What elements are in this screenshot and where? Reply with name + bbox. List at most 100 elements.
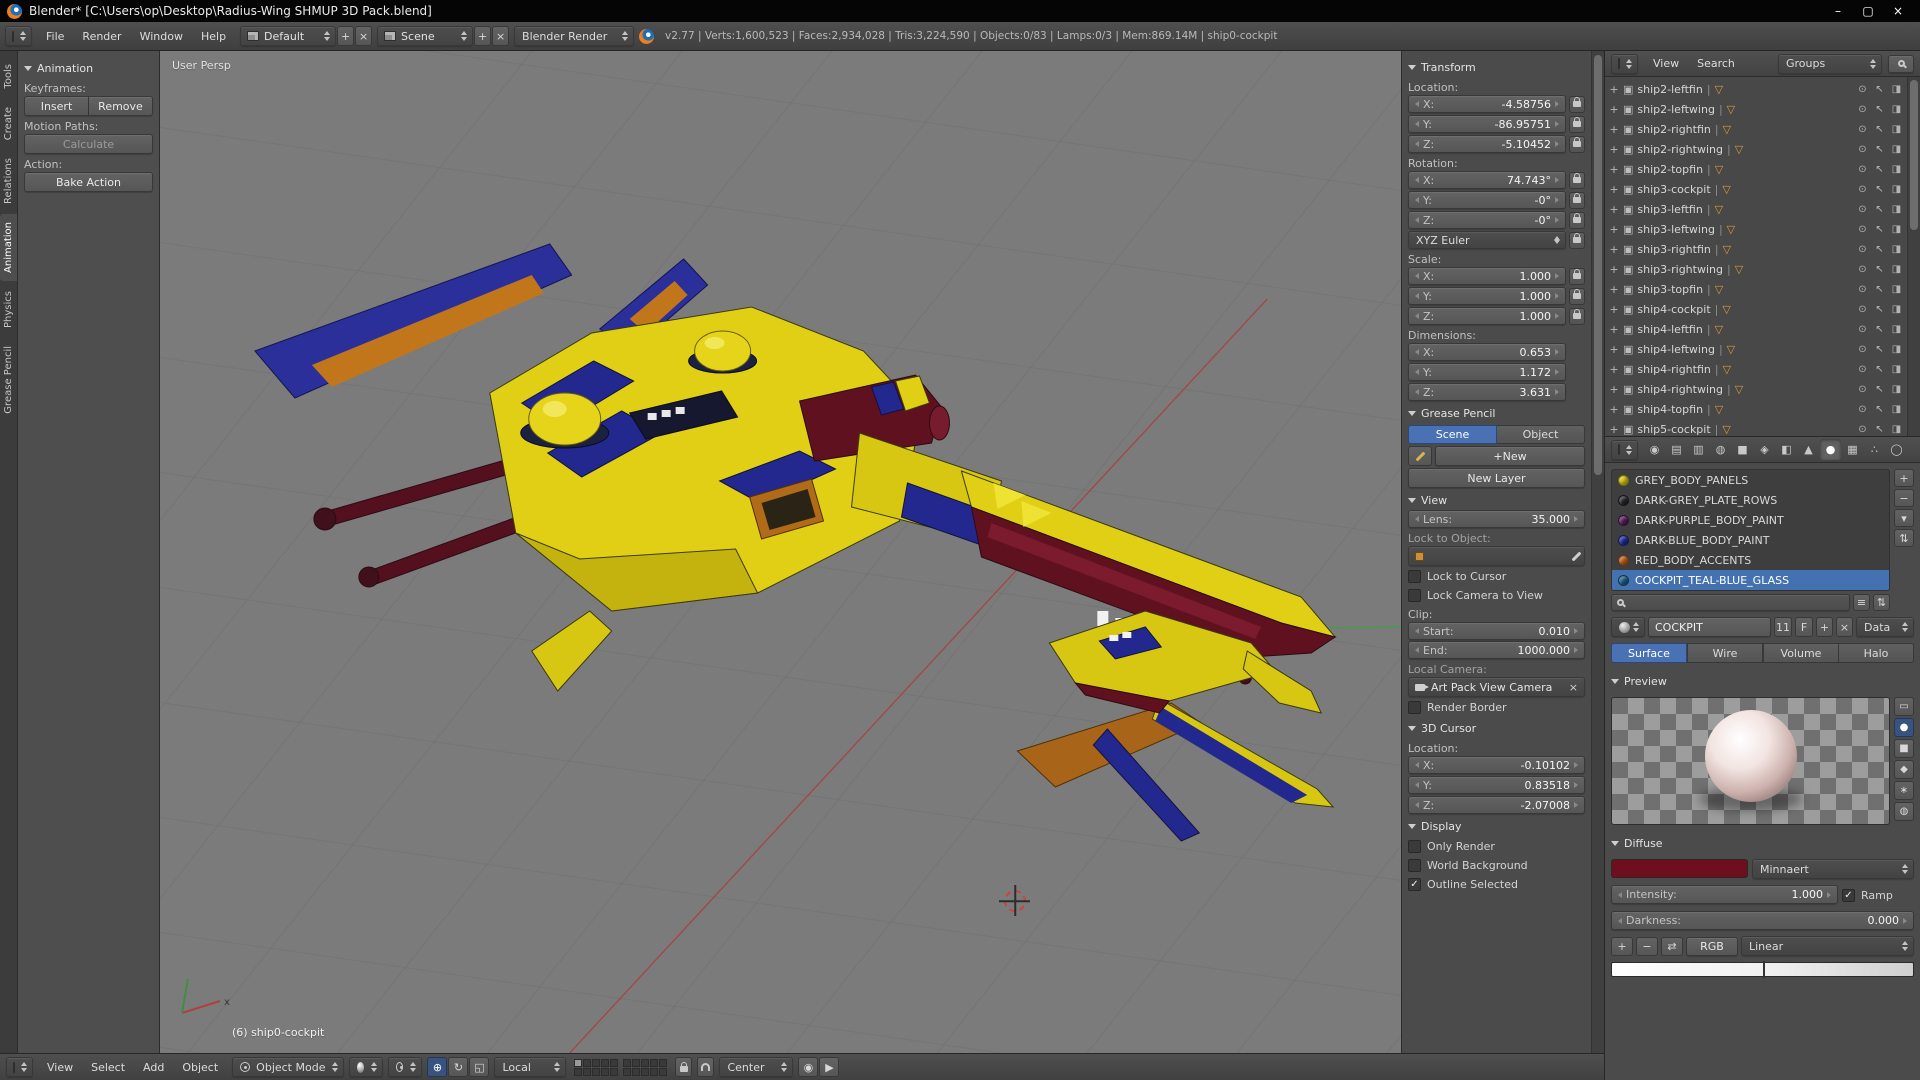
visibility-eye-icon[interactable]	[1856, 284, 1869, 295]
outliner-row[interactable]: ship4-leftfin	[1609, 319, 1907, 339]
visibility-eye-icon[interactable]	[1856, 244, 1869, 255]
visibility-eye-icon[interactable]	[1856, 104, 1869, 115]
tool-tab[interactable]: Relations	[0, 150, 17, 212]
outliner-row[interactable]: ship3-leftfin	[1609, 199, 1907, 219]
object-name[interactable]: ship4-leftwing	[1637, 343, 1715, 356]
visibility-eye-icon[interactable]	[1856, 164, 1869, 175]
lock-to-cursor-checkbox[interactable]: Lock to Cursor	[1408, 567, 1585, 585]
visibility-eye-icon[interactable]	[1856, 364, 1869, 375]
cursor-panel-header[interactable]: 3D Cursor	[1408, 719, 1585, 738]
rotation-axis-field[interactable]: Y: -0°	[1408, 191, 1566, 209]
display-option-checkbox[interactable]: Outline Selected	[1408, 875, 1585, 893]
layer-toggle[interactable]	[650, 1068, 658, 1076]
checkbox-icon[interactable]	[1408, 878, 1421, 891]
grease-pencil-panel-header[interactable]: Grease Pencil	[1408, 404, 1585, 423]
outliner-row[interactable]: ship3-rightfin	[1609, 239, 1907, 259]
outliner-row[interactable]: ship4-leftwing	[1609, 339, 1907, 359]
tool-tab[interactable]: Animation	[0, 214, 17, 281]
expand-icon[interactable]	[1609, 323, 1619, 336]
color-ramp-bar[interactable]	[1611, 962, 1914, 977]
selectability-arrow-icon[interactable]	[1873, 304, 1886, 315]
dimension-axis-field[interactable]: Y: 1.172	[1408, 363, 1566, 381]
layer-toggle[interactable]	[659, 1059, 667, 1067]
mode-dropdown[interactable]: Object Mode	[232, 1057, 344, 1077]
display-option-checkbox[interactable]: Only Render	[1408, 837, 1585, 855]
render-restrict-icon[interactable]	[1890, 364, 1903, 375]
preview-type-button[interactable]: ∗	[1894, 781, 1914, 800]
cursor-3d[interactable]	[1004, 890, 1026, 912]
visibility-eye-icon[interactable]	[1856, 384, 1869, 395]
slot-tool-button[interactable]: ▾	[1894, 509, 1914, 527]
properties-tab-icon[interactable]: ▲	[1798, 439, 1819, 460]
render-restrict-icon[interactable]	[1890, 344, 1903, 355]
object-name[interactable]: ship3-leftfin	[1637, 203, 1702, 216]
selectability-arrow-icon[interactable]	[1873, 364, 1886, 375]
clip-end-field[interactable]: End: 1000.000	[1408, 641, 1585, 659]
outliner-row[interactable]: ship4-rightwing	[1609, 379, 1907, 399]
tool-tab[interactable]: Create	[0, 99, 17, 148]
visibility-eye-icon[interactable]	[1856, 424, 1869, 435]
preview-type-button[interactable]: ◆	[1894, 760, 1914, 779]
properties-tab-icon[interactable]: ▥	[1688, 439, 1709, 460]
view-panel-header[interactable]: View	[1408, 491, 1585, 510]
lens-field[interactable]: Lens: 35.000	[1408, 510, 1585, 528]
add-screen-layout-button[interactable]	[337, 26, 354, 46]
expand-icon[interactable]	[1609, 343, 1619, 356]
properties-tab-icon[interactable]: ∴	[1864, 439, 1885, 460]
new-material-button[interactable]	[1816, 617, 1833, 637]
visibility-eye-icon[interactable]	[1856, 304, 1869, 315]
scale-axis-field[interactable]: X: 1.000	[1408, 267, 1566, 285]
render-restrict-icon[interactable]	[1890, 224, 1903, 235]
editor-type-button[interactable]	[1611, 440, 1638, 460]
lock-to-object-picker[interactable]	[1408, 546, 1585, 566]
selectability-arrow-icon[interactable]	[1873, 384, 1886, 395]
window-control-button[interactable]: –	[1823, 1, 1853, 21]
snap-target-dropdown[interactable]: Center	[719, 1057, 793, 1077]
ramp-interpolation-dropdown[interactable]: Linear	[1741, 936, 1914, 956]
checkbox-icon[interactable]	[1408, 589, 1421, 602]
render-restrict-icon[interactable]	[1890, 104, 1903, 115]
material-type-tab[interactable]: Surface	[1611, 643, 1687, 663]
display-panel-header[interactable]: Display	[1408, 817, 1585, 836]
selectability-arrow-icon[interactable]	[1873, 144, 1886, 155]
ramp-color-mode-button[interactable]: RGB	[1686, 937, 1738, 956]
lock-axis-button[interactable]	[1569, 212, 1585, 229]
render-border-checkbox[interactable]: Render Border	[1408, 698, 1585, 716]
ramp-flip-button[interactable]: ⇄	[1661, 937, 1683, 956]
lock-axis-button[interactable]	[1569, 192, 1585, 209]
dimension-axis-field[interactable]: X: 0.653	[1408, 343, 1566, 361]
outliner-row[interactable]: ship4-cockpit	[1609, 299, 1907, 319]
filter-sort-button[interactable]: ≡	[1853, 594, 1870, 611]
scale-axis-field[interactable]: Y: 1.000	[1408, 287, 1566, 305]
properties-tab-icon[interactable]: ▤	[1666, 439, 1687, 460]
layer-toggle[interactable]	[610, 1059, 618, 1067]
selectability-arrow-icon[interactable]	[1873, 244, 1886, 255]
bake-action-button[interactable]: Bake Action	[24, 172, 153, 192]
cursor-axis-field[interactable]: X: -0.10102	[1408, 756, 1585, 774]
render-restrict-icon[interactable]	[1890, 404, 1903, 415]
manipulator-toggle[interactable]: ◱	[469, 1057, 489, 1077]
menu-item[interactable]: Help	[192, 27, 235, 46]
menu-item[interactable]: Render	[73, 27, 130, 46]
checkbox-icon[interactable]	[1408, 701, 1421, 714]
eyedropper-icon[interactable]	[1572, 551, 1582, 561]
selectability-arrow-icon[interactable]	[1873, 184, 1886, 195]
object-name[interactable]: ship4-topfin	[1637, 403, 1703, 416]
object-name[interactable]: ship5-cockpit	[1637, 423, 1710, 436]
expand-icon[interactable]	[1609, 103, 1619, 116]
selectability-arrow-icon[interactable]	[1873, 264, 1886, 275]
add-scene-button[interactable]	[474, 26, 491, 46]
material-slot[interactable]: GREY_BODY_PANELS	[1612, 470, 1889, 490]
editor-type-button[interactable]	[1611, 54, 1638, 74]
visibility-eye-icon[interactable]	[1856, 344, 1869, 355]
slot-tool-button[interactable]: ⇅	[1894, 529, 1914, 547]
remove-keyframe-button[interactable]: Remove	[89, 96, 153, 116]
object-name[interactable]: ship4-cockpit	[1637, 303, 1710, 316]
browse-material-button[interactable]	[1611, 617, 1645, 637]
layer-toggle[interactable]	[641, 1059, 649, 1067]
preview-type-button[interactable]: ◍	[1894, 802, 1914, 821]
expand-icon[interactable]	[1609, 283, 1619, 296]
visibility-eye-icon[interactable]	[1856, 184, 1869, 195]
expand-icon[interactable]	[1609, 223, 1619, 236]
diffuse-shader-dropdown[interactable]: Minnaert	[1752, 859, 1914, 879]
